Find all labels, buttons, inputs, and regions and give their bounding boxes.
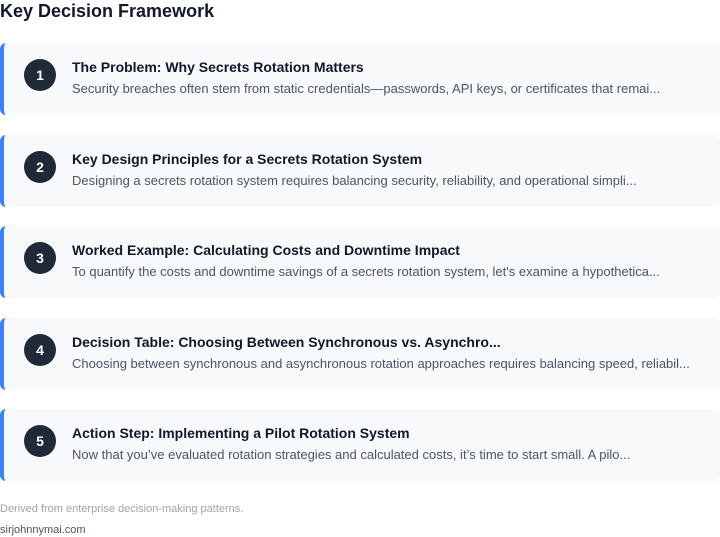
card-description: Security breaches often stem from static… (72, 81, 661, 96)
page: Key Decision Framework 1 The Problem: Wh… (0, 0, 720, 537)
framework-card[interactable]: 4 Decision Table: Choosing Between Synch… (0, 317, 720, 390)
step-number-badge: 1 (24, 59, 56, 91)
card-title: The Problem: Why Secrets Rotation Matter… (72, 59, 364, 75)
framework-card[interactable]: 5 Action Step: Implementing a Pilot Rota… (0, 409, 720, 481)
page-title: Key Decision Framework (0, 1, 215, 21)
card-title: Decision Table: Choosing Between Synchro… (72, 333, 501, 350)
card-title: Key Design Principles for a Secrets Rota… (72, 150, 423, 167)
footer-note: Derived from enterprise decision-making … (0, 503, 244, 515)
framework-card[interactable]: 3 Worked Example: Calculating Costs and … (0, 226, 720, 298)
card-description: Choosing between synchronous and asynchr… (72, 355, 690, 371)
step-number-badge: 3 (24, 242, 56, 274)
framework-card[interactable]: 1 The Problem: Why Secrets Rotation Matt… (0, 43, 720, 115)
card-title: Action Step: Implementing a Pilot Rotati… (72, 425, 410, 441)
card-description: Designing a secrets rotation system requ… (72, 172, 637, 188)
framework-card-list: 1 The Problem: Why Secrets Rotation Matt… (0, 43, 720, 501)
step-number-badge: 2 (24, 150, 56, 183)
footer-domain: sirjohnnymai.com (0, 524, 86, 536)
step-number-badge: 4 (24, 333, 56, 366)
card-title: Worked Example: Calculating Costs and Do… (72, 242, 460, 258)
card-description: To quantify the costs and downtime savin… (72, 264, 660, 279)
step-number-badge: 5 (24, 425, 56, 457)
card-description: Now that you’ve evaluated rotation strat… (72, 447, 631, 462)
framework-card[interactable]: 2 Key Design Principles for a Secrets Ro… (0, 134, 720, 207)
